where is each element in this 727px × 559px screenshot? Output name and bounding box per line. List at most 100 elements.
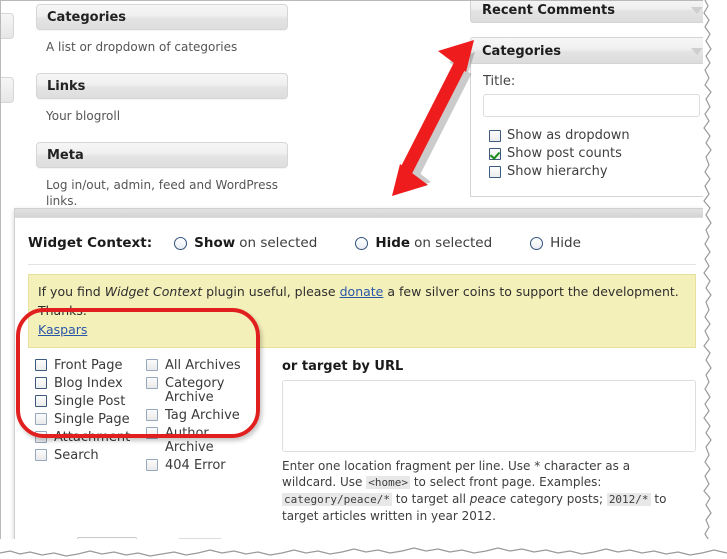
option-show-as-dropdown[interactable]: Show as dropdown bbox=[483, 128, 700, 143]
widget-description: Log in/out, admin, feed and WordPress li… bbox=[46, 178, 278, 208]
checkbox-icon[interactable] bbox=[35, 449, 47, 461]
torn-edge-bottom bbox=[0, 539, 727, 559]
checkbox-icon[interactable] bbox=[489, 129, 501, 142]
target-by-url-title: or target by URL bbox=[282, 359, 404, 374]
checkbox-404-error[interactable]: 404 Error bbox=[139, 459, 260, 473]
checkbox-blog-index[interactable]: Blog Index bbox=[28, 377, 139, 391]
widget-context-mode-row: Widget Context: Show on selected Hide on… bbox=[28, 228, 696, 258]
checkbox-label: Author Archive bbox=[165, 426, 214, 455]
available-widget-meta[interactable]: Meta Log in/out, admin, feed and WordPre… bbox=[36, 142, 288, 209]
help-text-2: to select front page. Examples: bbox=[410, 475, 602, 489]
widget-context-panel: Widget Context: Show on selected Hide on… bbox=[14, 208, 710, 557]
checkbox-all-archives[interactable]: All Archives bbox=[139, 359, 260, 373]
radio-hide-on-selected[interactable]: Hide on selected bbox=[355, 235, 492, 251]
sidebar-widget-body: Title: Show as dropdown Show post counts… bbox=[470, 64, 713, 197]
title-field-label: Title: bbox=[483, 74, 516, 89]
checkbox-icon[interactable] bbox=[35, 395, 47, 407]
radio-label-rest: on selected bbox=[414, 235, 493, 251]
page-types-column-2: All Archives Category Archive Tag Archiv… bbox=[139, 359, 260, 524]
checkbox-label: Single Post bbox=[54, 394, 126, 409]
available-widget-links[interactable]: Links Your blogroll bbox=[36, 73, 288, 124]
available-widgets-column: Categories A list or dropdown of categor… bbox=[36, 4, 288, 220]
radio-show-on-selected[interactable]: Show on selected bbox=[174, 235, 317, 251]
widget-description: Your blogroll bbox=[46, 109, 121, 123]
checkbox-search[interactable]: Search bbox=[28, 449, 139, 463]
widget-stub-1 bbox=[0, 13, 14, 39]
screenshot-root: Categories A list or dropdown of categor… bbox=[0, 0, 727, 559]
checkbox-author-archive[interactable]: Author Archive bbox=[139, 427, 260, 455]
widget-context-heading: Widget Context: bbox=[28, 235, 153, 251]
help-code-year: 2012/* bbox=[606, 493, 651, 506]
notice-part-2: plugin useful, please bbox=[202, 284, 340, 299]
sidebar-widget-title: Recent Comments bbox=[482, 3, 615, 18]
chevron-down-icon[interactable] bbox=[691, 7, 703, 14]
option-show-post-counts[interactable]: Show post counts bbox=[483, 146, 700, 161]
chevron-down-icon[interactable] bbox=[691, 48, 703, 55]
target-by-url-help: Enter one location fragment per line. Us… bbox=[282, 458, 677, 524]
page-types-column-1: Front Page Blog Index Single Post Single… bbox=[28, 359, 139, 524]
checkbox-single-page[interactable]: Single Page bbox=[28, 413, 139, 427]
help-text-4: category posts; bbox=[506, 492, 607, 506]
checkbox-label: Front Page bbox=[54, 358, 123, 373]
checkbox-attachment[interactable]: Attachment bbox=[28, 431, 139, 445]
checkbox-label: All Archives bbox=[165, 358, 241, 373]
available-widget-categories[interactable]: Categories A list or dropdown of categor… bbox=[36, 4, 288, 55]
help-code-home: <home> bbox=[366, 476, 411, 489]
checkbox-icon[interactable] bbox=[35, 431, 47, 443]
widget-stub-2 bbox=[0, 77, 14, 103]
checkbox-label: Category Archive bbox=[165, 376, 225, 405]
checkbox-checked-icon[interactable] bbox=[489, 147, 501, 160]
sidebar-widget-header[interactable]: Categories bbox=[470, 37, 713, 64]
checkbox-label: Tag Archive bbox=[165, 408, 240, 423]
sidebar-widget-header[interactable]: Recent Comments bbox=[470, 0, 713, 23]
sidebar-widget-categories[interactable]: Categories Title: Show as dropdown Show … bbox=[470, 37, 713, 197]
notice-part-1: If you find bbox=[38, 284, 105, 299]
widget-title[interactable]: Links bbox=[36, 73, 288, 99]
option-show-hierarchy[interactable]: Show hierarchy bbox=[483, 164, 700, 179]
widget-description: A list or dropdown of categories bbox=[46, 40, 238, 54]
donate-notice: If you find Widget Context plugin useful… bbox=[28, 274, 696, 348]
radio-label-strong: Show bbox=[194, 235, 236, 251]
checkbox-icon[interactable] bbox=[146, 409, 158, 421]
help-code-category: category/peace/* bbox=[282, 493, 392, 506]
checkbox-single-post[interactable]: Single Post bbox=[28, 395, 139, 409]
checkbox-label: Attachment bbox=[54, 430, 131, 445]
target-by-url-column: or target by URL Enter one location frag… bbox=[282, 359, 696, 524]
target-by-url-textarea[interactable] bbox=[282, 380, 696, 452]
torn-edge-right bbox=[703, 0, 727, 559]
checkbox-tag-archive[interactable]: Tag Archive bbox=[139, 409, 260, 423]
checkbox-category-archive[interactable]: Category Archive bbox=[139, 377, 260, 405]
checkbox-icon[interactable] bbox=[146, 377, 158, 389]
radio-icon[interactable] bbox=[355, 236, 369, 250]
context-options-row: Front Page Blog Index Single Post Single… bbox=[28, 359, 696, 524]
radio-label-strong: Hide bbox=[550, 235, 581, 251]
checkbox-icon[interactable] bbox=[489, 165, 501, 178]
donate-link[interactable]: donate bbox=[340, 284, 384, 299]
checkbox-icon[interactable] bbox=[146, 459, 158, 471]
radio-label-strong: Hide bbox=[375, 235, 411, 251]
checkbox-icon[interactable] bbox=[146, 427, 158, 439]
widget-title-input[interactable] bbox=[483, 94, 700, 117]
help-text-3: to target all bbox=[391, 492, 470, 506]
checkbox-icon[interactable] bbox=[35, 377, 47, 389]
option-label: Show post counts bbox=[507, 146, 622, 161]
checkbox-front-page[interactable]: Front Page bbox=[28, 359, 139, 373]
checkbox-icon[interactable] bbox=[35, 359, 47, 371]
checkbox-icon[interactable] bbox=[146, 359, 158, 371]
radio-icon[interactable] bbox=[174, 236, 188, 250]
option-label: Show as dropdown bbox=[507, 128, 630, 143]
divider bbox=[28, 264, 696, 265]
checkbox-label: 404 Error bbox=[165, 458, 226, 473]
sidebar-widgets-column: Recent Comments Categories Title: Show a… bbox=[470, 0, 713, 206]
radio-hide[interactable]: Hide bbox=[530, 235, 585, 251]
option-label: Show hierarchy bbox=[507, 164, 608, 179]
checkbox-icon[interactable] bbox=[35, 413, 47, 425]
widget-title[interactable]: Meta bbox=[36, 142, 288, 168]
radio-label-rest: on selected bbox=[239, 235, 318, 251]
sidebar-widget-recent-comments[interactable]: Recent Comments bbox=[470, 0, 713, 23]
widget-title[interactable]: Categories bbox=[36, 4, 288, 30]
radio-icon[interactable] bbox=[530, 236, 544, 250]
kaspars-link[interactable]: Kaspars bbox=[38, 322, 87, 337]
panel-top-bar bbox=[15, 209, 709, 218]
checkbox-label: Single Page bbox=[54, 412, 130, 427]
